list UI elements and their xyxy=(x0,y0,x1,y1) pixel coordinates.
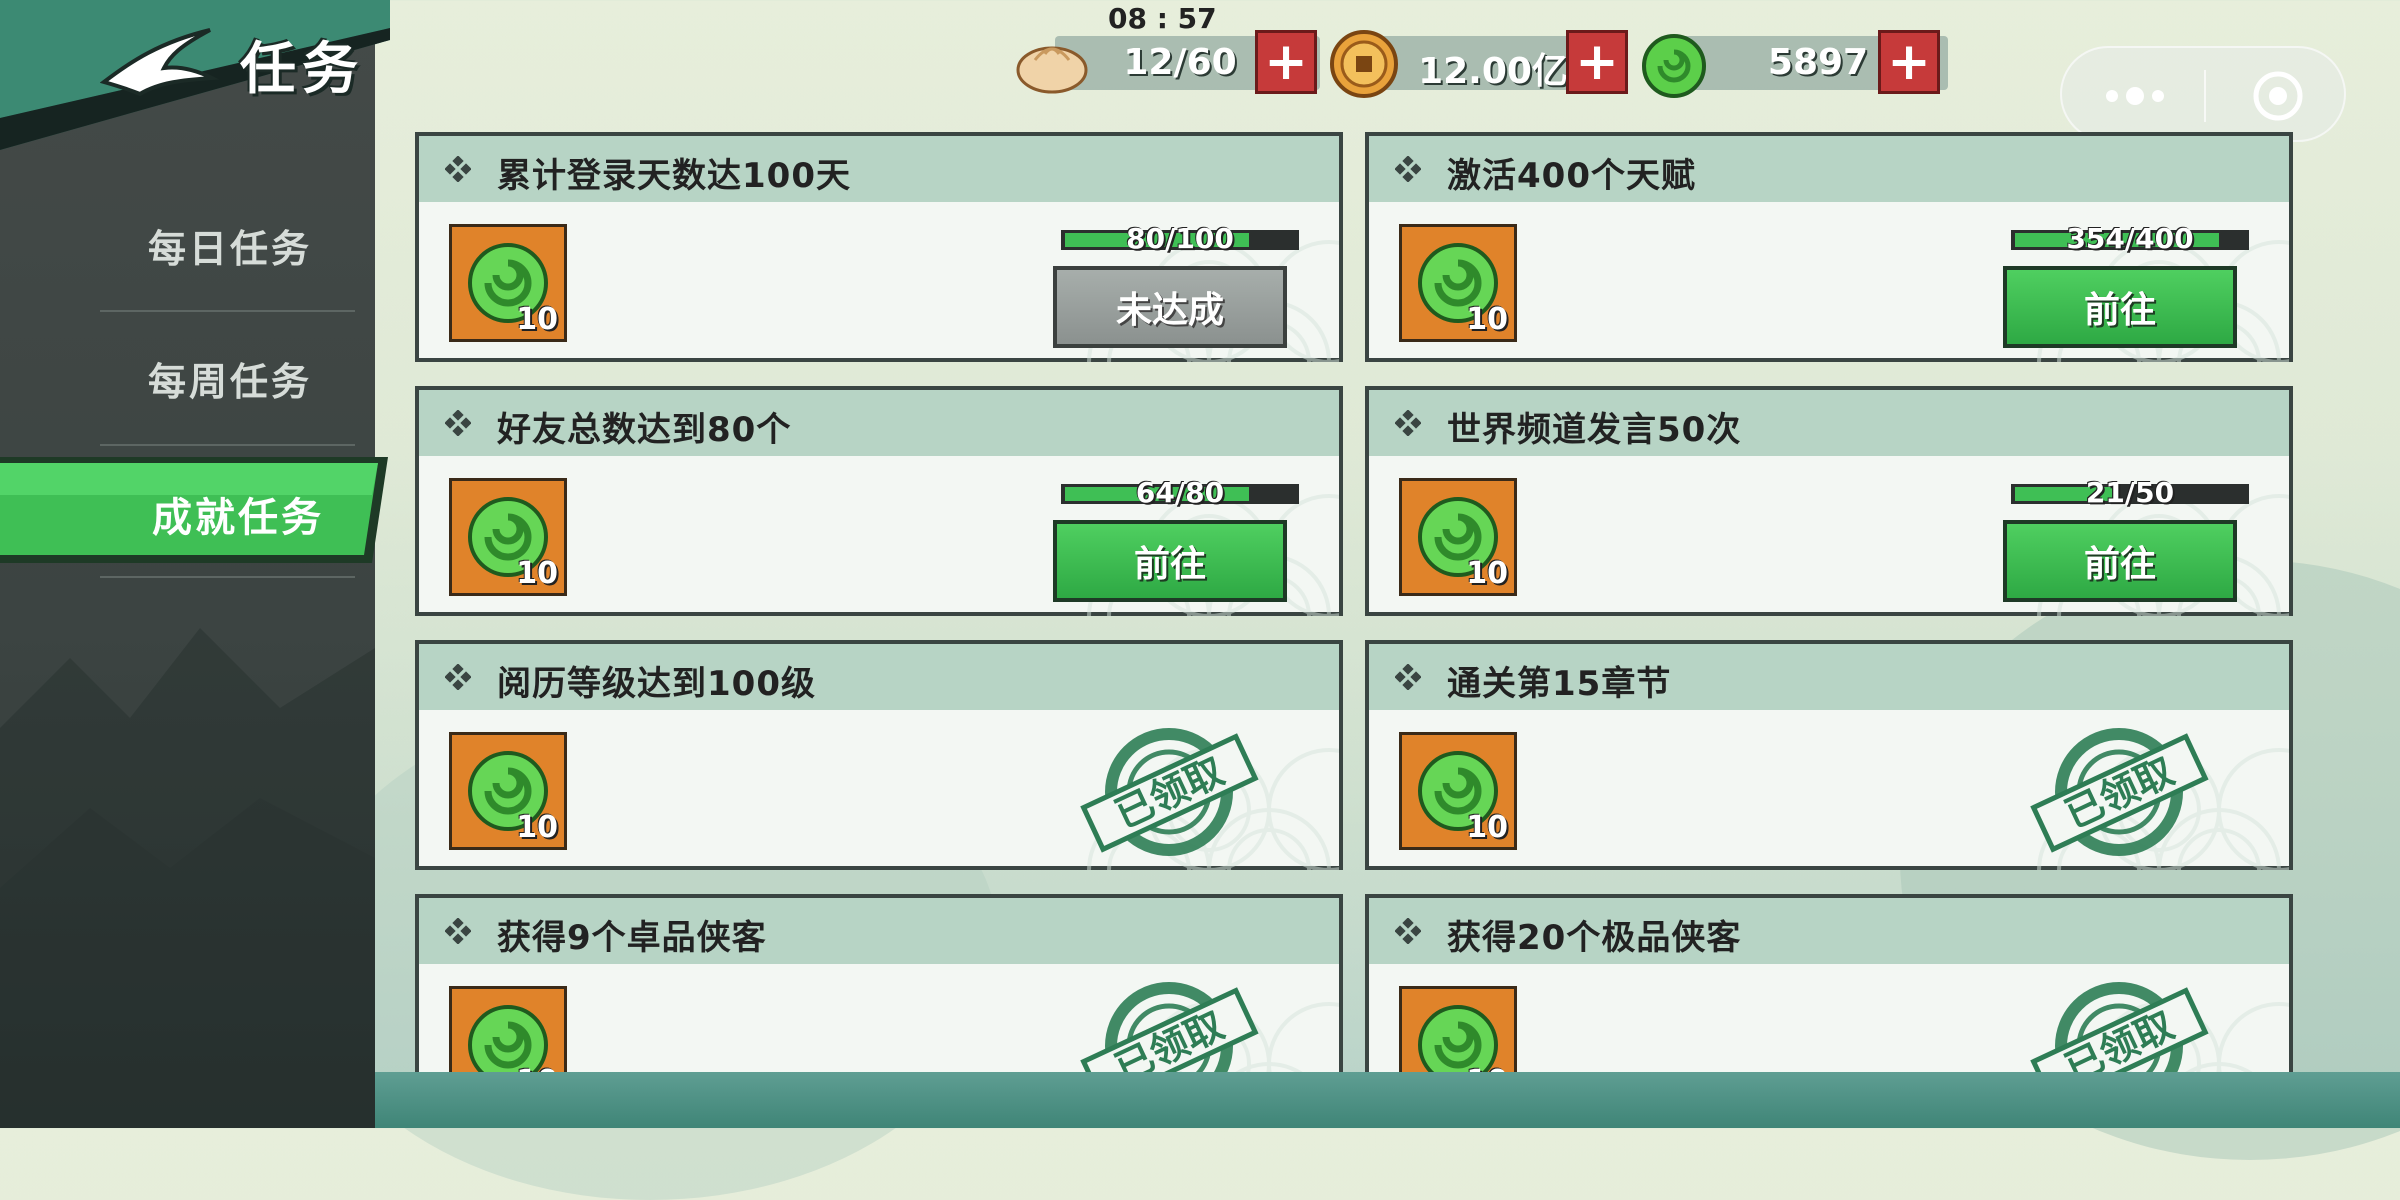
diamond-bullet-icon xyxy=(1395,664,1421,690)
diamond-bullet-icon xyxy=(1395,410,1421,436)
progress-text: 80/100 xyxy=(1126,222,1234,255)
task-card: 激活400个天赋 10 354/400 前往 xyxy=(1365,132,2293,362)
sidebar-item-achievement-tasks[interactable]: 成就任务 xyxy=(0,455,388,565)
go-button[interactable]: 前往 xyxy=(2003,520,2237,602)
claimed-stamp: 已领取 xyxy=(1080,728,1259,856)
title-banner: 任务 xyxy=(0,0,390,150)
progress-bar: 80/100 xyxy=(1061,222,1299,255)
task-card: 通关第15章节 10 已领取 xyxy=(1365,640,2293,870)
reward-item[interactable]: 10 xyxy=(449,224,567,342)
sidebar-item-label: 成就任务 xyxy=(152,495,324,541)
progress-bar: 21/50 xyxy=(2011,476,2249,509)
task-title: 通关第15章节 xyxy=(1447,664,1672,704)
task-title: 获得20个极品侠客 xyxy=(1447,918,1742,958)
reward-quantity: 10 xyxy=(516,302,558,337)
task-card: 阅历等级达到100级 10 已领取 xyxy=(415,640,1343,870)
sidebar-item-label: 每周任务 xyxy=(147,359,312,404)
task-title: 激活400个天赋 xyxy=(1447,156,1696,196)
diamond-bullet-icon xyxy=(1395,918,1421,944)
reward-item[interactable]: 10 xyxy=(1399,478,1517,596)
sidebar-item-daily-tasks[interactable]: 每日任务 xyxy=(100,185,360,305)
diamond-bullet-icon xyxy=(1395,156,1421,182)
task-card: 累计登录天数达100天 10 80/100 未达成 xyxy=(415,132,1343,362)
task-title: 好友总数达到80个 xyxy=(497,410,792,450)
reward-quantity: 10 xyxy=(516,810,558,845)
reward-quantity: 10 xyxy=(1466,810,1508,845)
swallow-icon xyxy=(100,28,220,97)
button-label: 前往 xyxy=(1133,544,1206,585)
task-card: 好友总数达到80个 10 64/80 前往 xyxy=(415,386,1343,616)
not-achieved-button[interactable]: 未达成 xyxy=(1053,266,1287,348)
go-button[interactable]: 前往 xyxy=(2003,266,2237,348)
task-card: 世界频道发言50次 10 21/50 前往 xyxy=(1365,386,2293,616)
progress-bar: 354/400 xyxy=(2011,222,2249,255)
button-label: 前往 xyxy=(2083,544,2156,585)
reward-quantity: 10 xyxy=(1466,556,1508,591)
task-title: 获得9个卓品侠客 xyxy=(497,918,767,958)
button-label: 未达成 xyxy=(1115,290,1224,331)
sidebar-divider xyxy=(100,576,355,578)
claimed-stamp: 已领取 xyxy=(2030,728,2209,856)
diamond-bullet-icon xyxy=(445,410,471,436)
sidebar-divider xyxy=(100,444,355,446)
go-button[interactable]: 前往 xyxy=(1053,520,1287,602)
mountain-decoration xyxy=(0,628,375,1128)
diamond-bullet-icon xyxy=(445,156,471,182)
reward-item[interactable]: 10 xyxy=(449,478,567,596)
reward-quantity: 10 xyxy=(516,556,558,591)
progress-text: 21/50 xyxy=(2085,476,2175,509)
task-title: 累计登录天数达100天 xyxy=(497,156,851,196)
progress-bar: 64/80 xyxy=(1061,476,1299,509)
progress-text: 354/400 xyxy=(2066,222,2194,255)
reward-item[interactable]: 10 xyxy=(1399,732,1517,850)
sidebar-divider xyxy=(100,310,355,312)
progress-text: 64/80 xyxy=(1135,476,1225,509)
button-label: 前往 xyxy=(2083,290,2156,331)
diamond-bullet-icon xyxy=(445,918,471,944)
reward-item[interactable]: 10 xyxy=(1399,224,1517,342)
reward-item[interactable]: 10 xyxy=(449,732,567,850)
task-list: 累计登录天数达100天 10 80/100 未达成 激活400个天赋 10 354/400… xyxy=(375,0,2335,1124)
bottom-edge xyxy=(375,1072,2400,1128)
task-title: 世界频道发言50次 xyxy=(1447,410,1742,450)
diamond-bullet-icon xyxy=(445,664,471,690)
page-title: 任务 xyxy=(240,36,364,102)
sidebar-item-weekly-tasks[interactable]: 每周任务 xyxy=(100,318,360,438)
sidebar-item-label: 每日任务 xyxy=(147,226,312,271)
reward-quantity: 10 xyxy=(1466,302,1508,337)
task-title: 阅历等级达到100级 xyxy=(497,664,816,704)
